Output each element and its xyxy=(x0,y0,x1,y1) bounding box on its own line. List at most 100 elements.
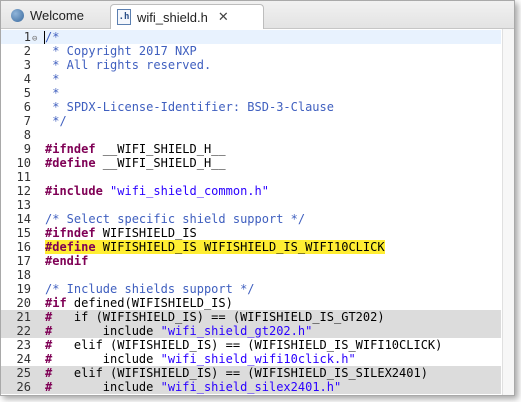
code-token: #if xyxy=(45,296,67,310)
code-line[interactable]: 14 /* Select specific shield support */ xyxy=(1,212,501,226)
code-token: elif (WIFISHIELD_IS) == (WIFISHIELD_IS_W… xyxy=(52,338,443,352)
code-text: * SPDX-License-Identifier: BSD-3-Clause xyxy=(45,100,334,114)
line-number: 23 xyxy=(16,338,31,352)
line-number: 13 xyxy=(16,198,31,212)
code-token: #define xyxy=(45,240,96,254)
code-token: /* Include shields support */ xyxy=(45,282,255,296)
code-token: WIFISHIELD_IS xyxy=(95,226,197,240)
code-line[interactable]: 24 # include "wifi_shield_wifi10click.h" xyxy=(1,352,501,366)
code-token: #include xyxy=(45,184,103,198)
code-text: #define WIFISHIELD_IS WIFISHIELD_IS_WIFI… xyxy=(45,240,385,254)
code-editor[interactable]: 1 ⊖/* 2 * Copyright 2017 NXP 3 * All rights… xyxy=(1,29,514,395)
code-line[interactable]: 16 #define WIFISHIELD_IS WIFISHIELD_IS_WI… xyxy=(1,240,501,254)
line-number: 21 xyxy=(16,310,31,324)
code-text: #endif xyxy=(45,254,88,268)
line-number: 14 xyxy=(16,212,31,226)
editor-window: Welcome .h wifi_shield.h ✕ 1 ⊖/* 2 * Copyr… xyxy=(0,0,515,396)
code-line[interactable]: 6 * SPDX-License-Identifier: BSD-3-Claus… xyxy=(1,100,501,114)
code-token: WIFISHIELD_IS WIFISHIELD_IS_WIFI10CLICK xyxy=(95,240,385,254)
code-token: "wifi_shield_gt202.h" xyxy=(160,324,313,338)
code-token: "wifi_shield_common.h" xyxy=(110,184,269,198)
code-line[interactable]: 9 #ifndef __WIFI_SHIELD_H__ xyxy=(1,142,501,156)
code-token: elif (WIFISHIELD_IS) == (WIFISHIELD_IS_S… xyxy=(52,366,428,380)
globe-icon xyxy=(11,9,24,22)
line-number: 20 xyxy=(16,296,31,310)
code-text: * Copyright 2017 NXP xyxy=(45,44,197,58)
code-text: */ xyxy=(45,114,66,128)
code-line[interactable]: 10 #define __WIFI_SHIELD_H__ xyxy=(1,156,501,170)
code-text: # include "wifi_shield_gt202.h" xyxy=(45,324,312,338)
vertical-scrollbar[interactable] xyxy=(502,29,514,395)
code-line[interactable]: 1 ⊖/* xyxy=(1,30,501,44)
line-number: 4 xyxy=(23,72,31,86)
code-token: * SPDX-License-Identifier: BSD-3-Clause xyxy=(45,100,334,114)
code-text: # elif (WIFISHIELD_IS) == (WIFISHIELD_IS… xyxy=(45,338,442,352)
code-token: include xyxy=(52,352,161,366)
code-line[interactable]: 15 #ifndef WIFISHIELD_IS xyxy=(1,226,501,240)
line-number: 10 xyxy=(16,156,31,170)
code-line[interactable]: 11 xyxy=(1,170,501,184)
code-token: __WIFI_SHIELD_H__ xyxy=(95,156,226,170)
code-line[interactable]: 4 * xyxy=(1,72,501,86)
code-line[interactable]: 23 # elif (WIFISHIELD_IS) == (WIFISHIELD_… xyxy=(1,338,501,352)
code-line[interactable]: 21 # if (WIFISHIELD_IS) == (WIFISHIELD_IS… xyxy=(1,310,501,324)
code-text: /* Include shields support */ xyxy=(45,282,255,296)
line-number: 17 xyxy=(16,254,31,268)
code-token: if (WIFISHIELD_IS) == (WIFISHIELD_IS_GT2… xyxy=(52,310,385,324)
code-token: #ifndef xyxy=(45,142,96,156)
code-token: * Copyright 2017 NXP xyxy=(45,44,197,58)
code-line[interactable]: 22 # include "wifi_shield_gt202.h" xyxy=(1,324,501,338)
line-number: 25 xyxy=(16,366,31,380)
code-token: __WIFI_SHIELD_H__ xyxy=(95,142,226,156)
code-text: /* Select specific shield support */ xyxy=(45,212,305,226)
code-text: * xyxy=(45,86,59,100)
line-number: 9 xyxy=(23,142,31,156)
code-line[interactable]: 20 #if defined(WIFISHIELD_IS) xyxy=(1,296,501,310)
code-token: /* xyxy=(45,30,60,44)
code-token: #endif xyxy=(45,254,89,268)
code-line[interactable]: 25 # elif (WIFISHIELD_IS) == (WIFISHIELD_… xyxy=(1,366,501,380)
code-text: #include "wifi_shield_common.h" xyxy=(45,184,269,198)
editor-tab-bar: Welcome .h wifi_shield.h ✕ xyxy=(1,1,514,29)
code-text: * All rights reserved. xyxy=(45,58,211,72)
tab-welcome[interactable]: Welcome xyxy=(5,4,108,27)
code-token: * xyxy=(45,72,60,86)
code-line[interactable]: 5 * xyxy=(1,86,501,100)
code-token: include xyxy=(52,380,161,394)
code-token: * All rights reserved. xyxy=(45,58,212,72)
line-number: 3 xyxy=(23,58,31,72)
line-number: 16 xyxy=(16,240,31,254)
code-text: #ifndef __WIFI_SHIELD_H__ xyxy=(45,142,226,156)
line-number: 11 xyxy=(16,170,31,184)
code-token: #define xyxy=(45,156,96,170)
code-token: defined(WIFISHIELD_IS) xyxy=(66,296,233,310)
line-number: 24 xyxy=(16,352,31,366)
code-text: #define __WIFI_SHIELD_H__ xyxy=(45,156,226,170)
code-line[interactable]: 17 #endif xyxy=(1,254,501,268)
code-token: /* Select specific shield support */ xyxy=(45,212,306,226)
code-token: #ifndef xyxy=(45,226,96,240)
close-icon[interactable]: ✕ xyxy=(218,9,229,25)
line-number: 19 xyxy=(16,282,31,296)
code-line[interactable]: 2 * Copyright 2017 NXP xyxy=(1,44,501,58)
tab-wifi-shield-h[interactable]: .h wifi_shield.h ✕ xyxy=(110,4,264,29)
code-line[interactable]: 7 */ xyxy=(1,114,501,128)
code-line[interactable]: 18 xyxy=(1,268,501,282)
tab-welcome-label: Welcome xyxy=(30,8,84,23)
line-number: 8 xyxy=(23,128,31,142)
code-token: "wifi_shield_wifi10click.h" xyxy=(160,352,356,366)
code-line[interactable]: 3 * All rights reserved. xyxy=(1,58,501,72)
line-number: 15 xyxy=(16,226,31,240)
header-file-icon: .h xyxy=(117,9,131,25)
line-number: 5 xyxy=(23,86,31,100)
code-text: /* xyxy=(45,30,59,44)
code-line[interactable]: 8 xyxy=(1,128,501,142)
line-number: 7 xyxy=(23,114,31,128)
code-line[interactable]: 13 xyxy=(1,198,501,212)
code-line[interactable]: 12 #include "wifi_shield_common.h" xyxy=(1,184,501,198)
code-token: include xyxy=(52,324,161,338)
code-line[interactable]: 26 # include "wifi_shield_silex2401.h" xyxy=(1,380,501,394)
code-line[interactable]: 19 /* Include shields support */ xyxy=(1,282,501,296)
code-token: "wifi_shield_silex2401.h" xyxy=(160,380,342,394)
